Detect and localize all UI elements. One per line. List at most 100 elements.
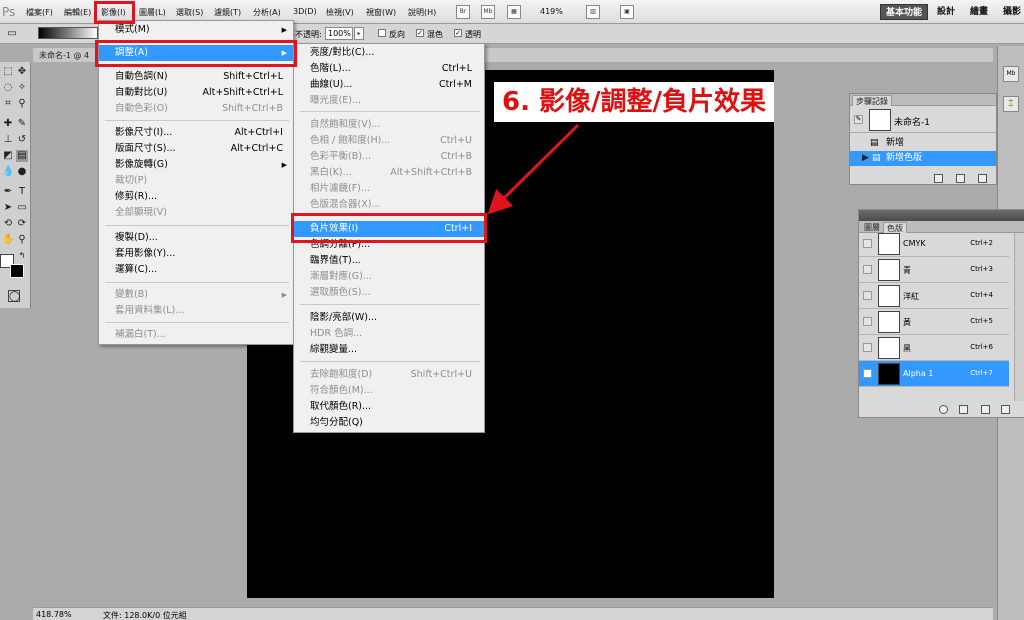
dodge-tool-icon[interactable]: ● (16, 166, 28, 178)
lasso-tool-icon[interactable]: ◌ (2, 82, 14, 94)
menu-window[interactable]: 視窗(W) (366, 7, 396, 18)
channel-row[interactable]: ◉ Alpha 1 Ctrl+7 (859, 361, 1009, 387)
menu-item[interactable]: 版面尺寸(S)... Alt+Ctrl+C (99, 141, 293, 157)
new-snapshot-icon[interactable] (956, 174, 965, 183)
quick-mask-icon[interactable]: ◯ (8, 290, 20, 302)
arrange-documents-icon[interactable]: ▥ (586, 5, 600, 19)
channels-scrollbar[interactable] (1014, 233, 1024, 401)
dither-checkbox[interactable]: ✓ (416, 29, 424, 37)
menu-view[interactable]: 檢視(V) (326, 7, 354, 18)
channel-row[interactable]: CMYK Ctrl+2 (859, 231, 1009, 257)
menu-item[interactable]: 模式(M) ▶ (99, 22, 293, 38)
opacity-arrow-icon[interactable]: ▸ (354, 27, 364, 40)
workspace-design[interactable]: 設計 (934, 4, 958, 20)
screen-mode-icon[interactable]: ▣ (620, 5, 634, 19)
eye-icon[interactable] (863, 239, 872, 248)
menu-item[interactable]: 取代顏色(R)... (294, 399, 484, 415)
menu-item[interactable]: 亮度/對比(C)... (294, 45, 484, 61)
delete-channel-icon[interactable] (1001, 405, 1010, 414)
eye-icon[interactable] (863, 343, 872, 352)
menu-item[interactable]: 複製(D)... (99, 230, 293, 246)
history-brush-icon[interactable]: ↺ (16, 134, 28, 146)
brush-tool-icon[interactable]: ✎ (16, 118, 28, 130)
workspace-photography[interactable]: 攝影 (1000, 4, 1024, 20)
menu-item[interactable]: 運算(C)... (99, 262, 293, 278)
channel-row[interactable]: 洋紅 Ctrl+4 (859, 283, 1009, 309)
channels-panel-title-bar[interactable] (859, 210, 1024, 221)
menu-item[interactable]: 自動色調(N) Shift+Ctrl+L (99, 69, 293, 85)
zoom-tool-icon[interactable]: ⚲ (16, 234, 28, 246)
eye-icon[interactable] (863, 317, 872, 326)
menu-layer[interactable]: 圖層(L) (139, 7, 166, 18)
3d-orbit-icon[interactable]: ⟳ (16, 218, 28, 230)
menu-file[interactable]: 檔案(F) (26, 7, 53, 18)
new-document-from-state-icon[interactable] (934, 174, 943, 183)
marquee-tool-icon[interactable]: ⬚ (2, 66, 14, 78)
history-item-selected[interactable]: ▶ ▤ 新增色版 (850, 151, 996, 166)
save-selection-icon[interactable] (959, 405, 968, 414)
menu-item[interactable]: 陰影/亮部(W)... (294, 310, 484, 326)
blur-tool-icon[interactable]: 💧 (2, 166, 14, 178)
load-channel-selection-icon[interactable] (939, 405, 948, 414)
gradient-tool-preset-icon[interactable]: ▭ (6, 28, 18, 40)
delete-state-icon[interactable] (978, 174, 987, 183)
menu-item[interactable]: 修剪(R)... (99, 189, 293, 205)
menu-help[interactable]: 說明(H) (408, 7, 436, 18)
menu-item[interactable]: 影像旋轉(G) ▶ (99, 157, 293, 173)
history-dock-icon[interactable]: ⌛ (1003, 96, 1019, 112)
mini-bridge-icon[interactable]: Mb (481, 5, 495, 19)
status-zoom[interactable]: 418.78% (36, 610, 72, 619)
3d-rotate-icon[interactable]: ⟲ (2, 218, 14, 230)
menu-select[interactable]: 選取(S) (176, 7, 203, 18)
history-snapshot-row[interactable]: ✎ 未命名-1 (850, 107, 996, 133)
move-tool-icon[interactable]: ✥ (16, 66, 28, 78)
tab-history[interactable]: 步驟記錄 (852, 95, 892, 106)
transparency-checkbox[interactable]: ✓ (454, 29, 462, 37)
zoom-level[interactable]: 419% (540, 7, 563, 16)
menu-item[interactable]: 影像尺寸(I)... Alt+Ctrl+I (99, 125, 293, 141)
mini-bridge-dock-icon[interactable]: Mb (1003, 66, 1019, 82)
menu-item[interactable]: 曲線(U)... Ctrl+M (294, 77, 484, 93)
menu-item[interactable]: 綜觀變量... (294, 342, 484, 358)
eye-icon[interactable]: ◉ (863, 369, 872, 378)
menu-item[interactable]: 臨界值(T)... (294, 253, 484, 269)
menu-filter[interactable]: 濾鏡(T) (214, 7, 241, 18)
menu-item[interactable]: 均勻分配(Q) (294, 415, 484, 431)
shape-tool-icon[interactable]: ▭ (16, 202, 28, 214)
gradient-tool-icon[interactable]: ▤ (16, 150, 28, 162)
new-channel-icon[interactable] (981, 405, 990, 414)
menu-item[interactable]: 套用影像(Y)... (99, 246, 293, 262)
eraser-tool-icon[interactable]: ◩ (2, 150, 14, 162)
reverse-checkbox[interactable] (378, 29, 386, 37)
channel-row[interactable]: 青 Ctrl+3 (859, 257, 1009, 283)
document-tab[interactable]: 未命名-1 @ 4 (39, 50, 89, 61)
magic-wand-icon[interactable]: ✧ (16, 82, 28, 94)
crop-tool-icon[interactable]: ⌗ (2, 98, 14, 110)
eyedropper-icon[interactable]: ⚲ (16, 98, 28, 110)
background-color-swatch[interactable] (10, 264, 24, 278)
menu-item[interactable]: 色階(L)... Ctrl+L (294, 61, 484, 77)
type-tool-icon[interactable]: T (16, 186, 28, 198)
menu-item[interactable]: 自動對比(U) Alt+Shift+Ctrl+L (99, 85, 293, 101)
swap-colors-icon[interactable]: ↰ (16, 250, 28, 262)
channel-row[interactable]: 黃 Ctrl+5 (859, 309, 1009, 335)
gradient-swatch[interactable] (38, 27, 98, 39)
path-selection-icon[interactable]: ➤ (2, 202, 14, 214)
hand-tool-icon[interactable]: ✋ (2, 234, 14, 246)
view-extras-icon[interactable]: ▦ (507, 5, 521, 19)
channel-row[interactable]: 黑 Ctrl+6 (859, 335, 1009, 361)
opacity-input[interactable]: 100% (325, 27, 353, 40)
workspace-painting[interactable]: 繪畫 (967, 4, 991, 20)
clone-stamp-icon[interactable]: ⊥ (2, 134, 14, 146)
healing-brush-icon[interactable]: ✚ (2, 118, 14, 130)
eye-icon[interactable] (863, 291, 872, 300)
workspace-essentials[interactable]: 基本功能 (880, 4, 928, 20)
menu-3d[interactable]: 3D(D) (293, 7, 317, 16)
eye-icon[interactable] (863, 265, 872, 274)
menu-analysis[interactable]: 分析(A) (253, 7, 281, 18)
snapshot-brush-icon[interactable]: ✎ (854, 115, 863, 124)
history-item[interactable]: ▤ 新增 (850, 136, 996, 151)
status-file-info[interactable]: 文件: 128.0K/0 位元組 (103, 610, 187, 620)
pen-tool-icon[interactable]: ✒ (2, 186, 14, 198)
bridge-icon[interactable]: Br (456, 5, 470, 19)
